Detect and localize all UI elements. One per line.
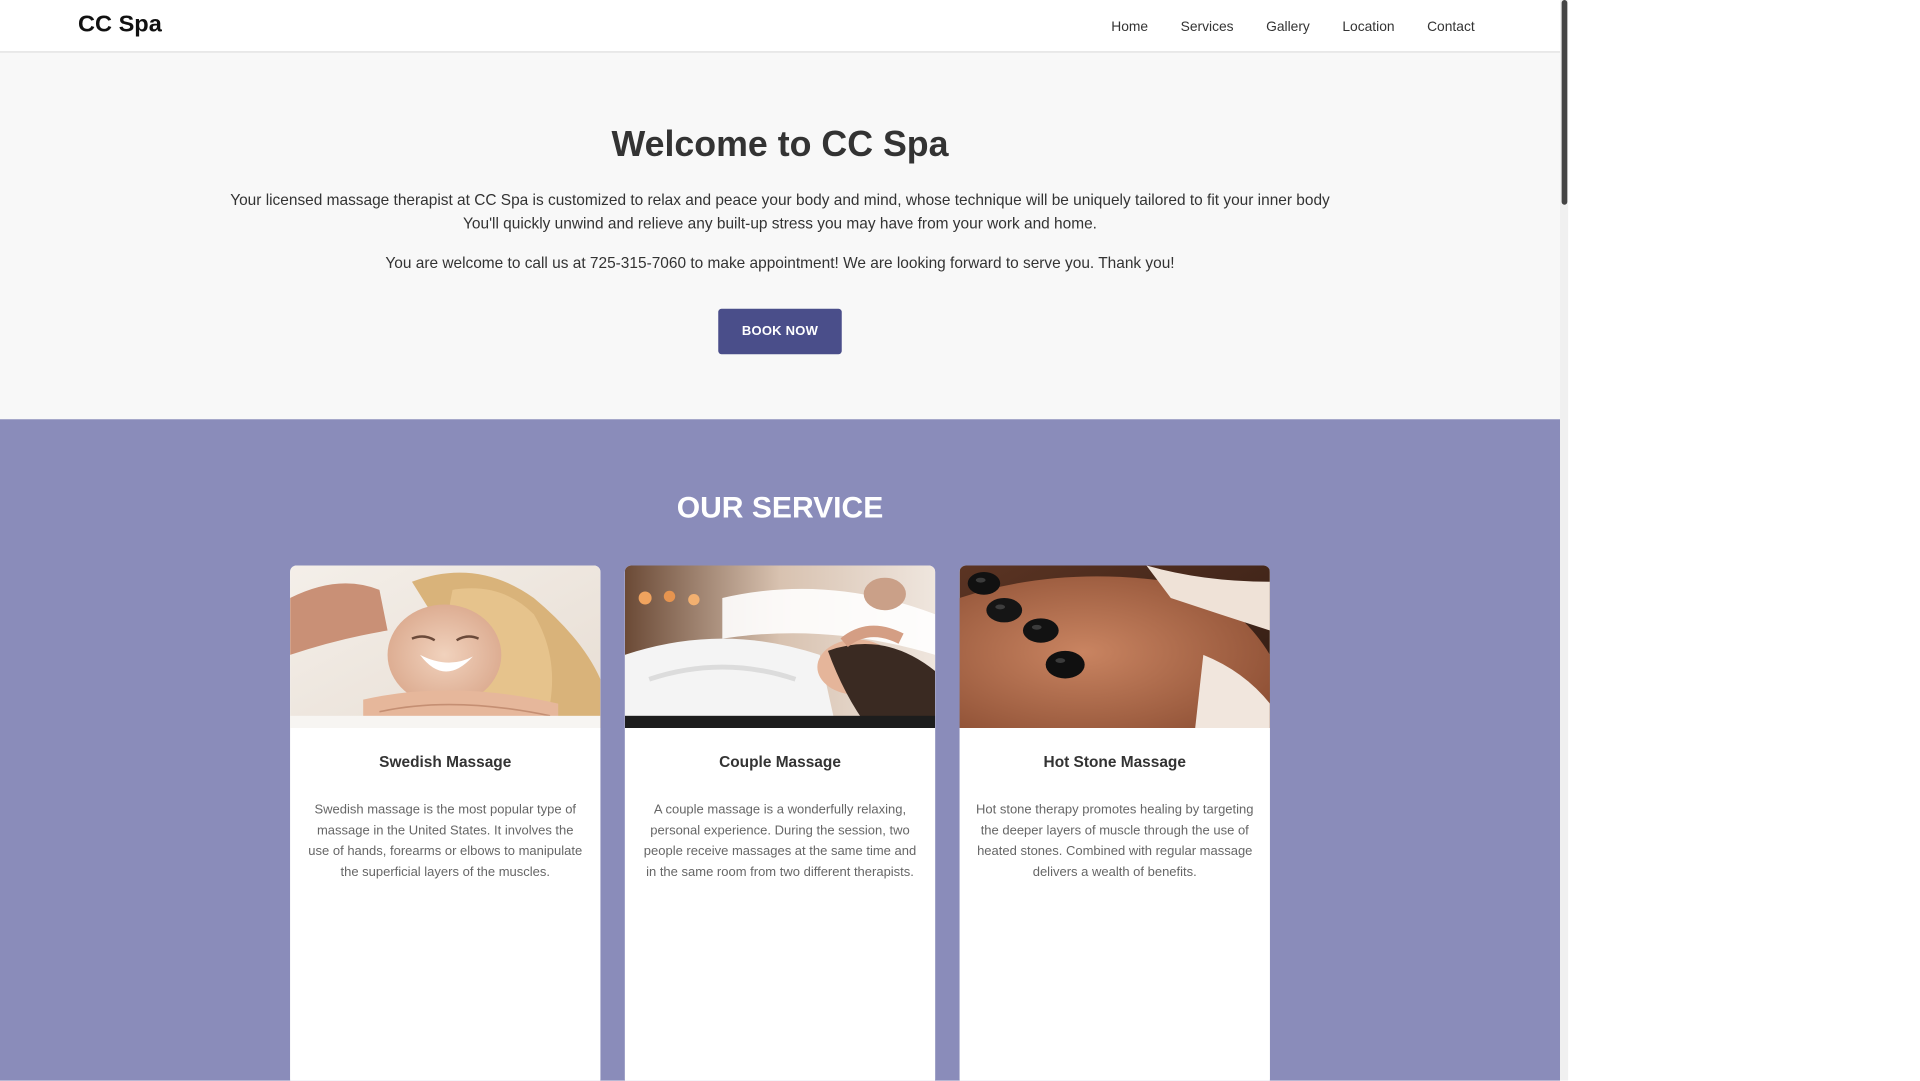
page-scrollbar[interactable] xyxy=(1560,0,1569,1081)
nav-contact[interactable]: Contact xyxy=(1427,18,1475,34)
nav-home[interactable]: Home xyxy=(1111,18,1148,34)
swedish-massage-description: Swedish massage is the most popular type… xyxy=(308,802,583,879)
swedish-massage-title: Swedish Massage xyxy=(379,754,512,772)
hot-stone-massage-description: Hot stone therapy promotes healing by ta… xyxy=(975,802,1254,879)
brand-logo[interactable]: CC Spa xyxy=(78,11,162,38)
hot-stone-massage-title: Hot Stone Massage xyxy=(1043,754,1186,772)
services-section: OUR SERVICE Swedish Massage Swedish mass… xyxy=(0,419,1560,1081)
page: CC Spa Home Services Gallery Location Co… xyxy=(0,0,1560,1081)
book-now-button[interactable]: BOOK NOW xyxy=(718,308,842,355)
hero-call-text: You are welcome to call us at 725-315-70… xyxy=(385,255,1175,273)
couple-massage-image xyxy=(624,565,936,728)
nav-gallery[interactable]: Gallery xyxy=(1266,18,1310,34)
hero-section: Welcome to CC Spa Your licensed massage … xyxy=(0,52,1560,420)
service-card-hot-stone[interactable]: Hot Stone Massage Hot stone therapy prom… xyxy=(959,565,1270,1081)
nav-menu: Home Services Gallery Location Contact xyxy=(1111,0,1474,53)
service-card-swedish[interactable]: Swedish Massage Swedish massage is the m… xyxy=(290,565,601,1081)
couple-massage-title: Couple Massage xyxy=(719,754,841,772)
services-title: OUR SERVICE xyxy=(676,490,884,525)
hero-description-line-2: You'll quickly unwind and relieve any bu… xyxy=(463,215,1097,233)
service-card-couple[interactable]: Couple Massage A couple massage is a won… xyxy=(624,565,936,1081)
viewport: CC Spa Home Services Gallery Location Co… xyxy=(0,0,1569,1081)
scrollbar-thumb[interactable] xyxy=(1561,0,1568,205)
couple-massage-description: A couple massage is a wonderfully relaxi… xyxy=(643,802,917,879)
hot-stone-massage-image xyxy=(959,565,1270,728)
swedish-massage-image xyxy=(290,565,601,728)
hero-description: Your licensed massage therapist at CC Sp… xyxy=(0,189,1560,236)
hero-title: Welcome to CC Spa xyxy=(611,124,949,165)
nav-location[interactable]: Location xyxy=(1342,18,1394,34)
hero-description-line-1: Your licensed massage therapist at CC Sp… xyxy=(230,191,1330,209)
nav-services[interactable]: Services xyxy=(1181,18,1234,34)
navbar: CC Spa Home Services Gallery Location Co… xyxy=(0,0,1560,53)
